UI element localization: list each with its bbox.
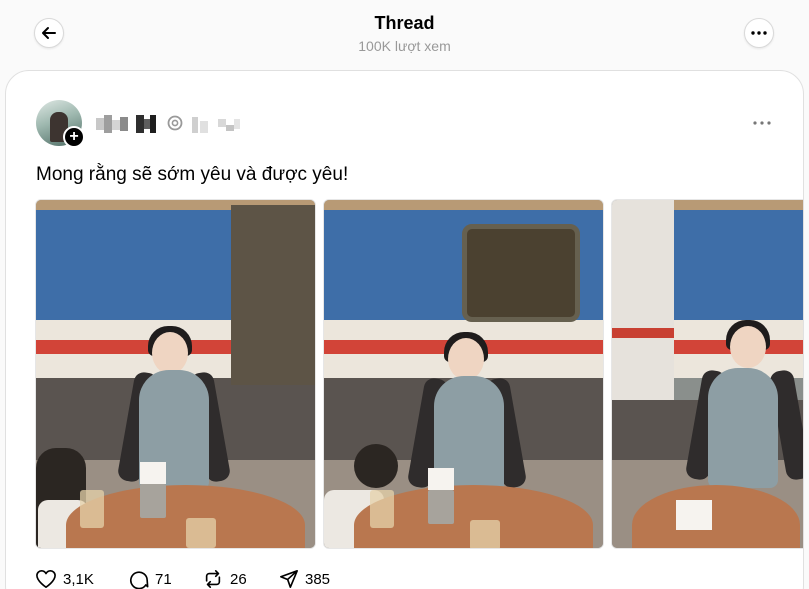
follow-button[interactable]: + xyxy=(63,126,85,148)
like-button[interactable]: 3,1K xyxy=(35,566,94,589)
photo-scene xyxy=(36,200,315,548)
post-text: Mong rằng sẽ sớm yêu và được yêu! xyxy=(36,164,349,185)
share-count: 385 xyxy=(305,570,331,588)
username-pixelated[interactable] xyxy=(96,115,158,133)
share-icon xyxy=(280,570,298,588)
repost-count: 26 xyxy=(230,570,247,588)
comment-count: 71 xyxy=(155,570,172,588)
page-title: Thread xyxy=(374,13,435,33)
post-image-3[interactable] xyxy=(611,199,803,549)
heart-icon xyxy=(36,570,56,588)
like-count: 3,1K xyxy=(63,570,94,588)
photo-scene xyxy=(324,200,603,548)
plus-icon: + xyxy=(69,128,79,145)
post-actions: 3,1K 71 26 385 xyxy=(6,566,803,589)
post-more-button[interactable] xyxy=(750,111,774,135)
view-count: 100K lượt xem xyxy=(358,38,451,54)
more-icon xyxy=(751,31,767,35)
share-button[interactable]: 385 xyxy=(279,566,330,589)
more-options-button[interactable] xyxy=(744,18,774,48)
photo-scene xyxy=(612,200,803,548)
timestamp-pixelated xyxy=(192,115,242,133)
post-image-1[interactable] xyxy=(35,199,316,549)
more-icon xyxy=(753,121,771,125)
comment-icon xyxy=(130,571,149,589)
repost-button[interactable]: 26 xyxy=(202,566,247,589)
top-bar: Thread 100K lượt xem xyxy=(0,0,809,70)
post-image-2[interactable] xyxy=(323,199,604,549)
comment-button[interactable]: 71 xyxy=(129,566,172,589)
post-card: + Mong rằng sẽ sớm yêu và được yêu! 3,1K… xyxy=(5,70,804,589)
repost-icon xyxy=(205,570,221,588)
verified-icon xyxy=(167,115,183,131)
